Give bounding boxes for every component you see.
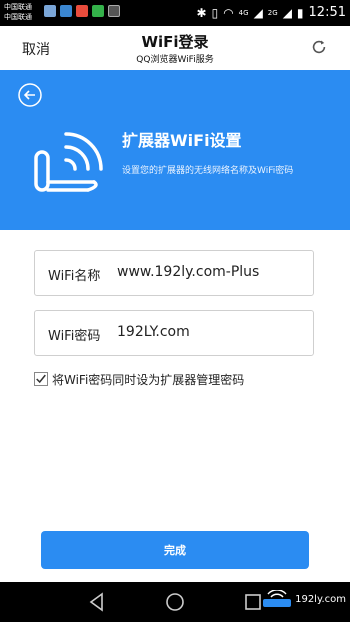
checkmark-icon: [36, 374, 46, 384]
wifi-signal-icon: ◠: [223, 5, 234, 20]
wifi-name-input[interactable]: www.192ly.com-Plus: [117, 264, 259, 280]
bluetooth-icon: ✱: [196, 5, 207, 20]
sync-password-option[interactable]: 将WiFi密码同时设为扩展器管理密码: [34, 370, 244, 388]
wifi-password-field[interactable]: WiFi密码 192LY.com: [34, 310, 314, 356]
router-logo-icon: [263, 590, 292, 607]
carrier-line-2: 中国联通: [4, 13, 32, 21]
nav-recents-icon[interactable]: [242, 591, 264, 613]
extender-icon: [34, 132, 103, 192]
signal-icon-2: ◢: [282, 5, 292, 20]
wifi-password-input[interactable]: 192LY.com: [117, 324, 190, 340]
banner-title: 扩展器WiFi设置: [122, 131, 242, 150]
signal-icon: ◢: [253, 5, 263, 20]
wifi-name-field[interactable]: WiFi名称 www.192ly.com-Plus: [34, 250, 314, 296]
nav-home-icon[interactable]: [164, 591, 186, 613]
network-type-2: 2G: [267, 8, 278, 17]
banner-description: 设置您的扩展器的无线网络名称及WiFi密码: [122, 166, 294, 176]
network-type: 4G: [238, 8, 249, 17]
navigation-bar: 192ly.com: [0, 582, 350, 622]
app-notification-icon: [108, 5, 120, 17]
wifi-name-label: WiFi名称: [48, 269, 101, 284]
carrier-info: 中国联通 中国联通: [4, 2, 32, 22]
sync-password-checkbox[interactable]: [34, 372, 48, 386]
status-bar: 中国联通 中国联通 ✱ ▯ ◠ 4G ◢ 2G ◢ ▮ 12:51: [0, 0, 350, 26]
nav-back-icon[interactable]: [86, 591, 108, 613]
banner: 扩展器WiFi设置 设置您的扩展器的无线网络名称及WiFi密码: [0, 70, 350, 300]
refresh-icon[interactable]: [310, 38, 328, 56]
app-notification-icon: [44, 5, 56, 17]
app-notification-icon: [92, 5, 104, 17]
notification-icons: [44, 5, 120, 17]
wifi-password-label: WiFi密码: [48, 329, 101, 344]
clock: 12:51: [308, 5, 346, 20]
sync-password-label: 将WiFi密码同时设为扩展器管理密码: [52, 372, 245, 387]
carrier-line-1: 中国联通: [4, 3, 32, 11]
app-notification-icon: [60, 5, 72, 17]
status-indicators: ✱ ▯ ◠ 4G ◢ 2G ◢ ▮ 12:51: [197, 5, 346, 20]
battery-icon: ▮: [296, 5, 304, 20]
app-notification-icon: [76, 5, 88, 17]
back-arrow-icon[interactable]: [18, 83, 42, 107]
page-title: WiFi登录: [141, 33, 209, 51]
page-subtitle: QQ浏览器WiFi服务: [136, 55, 214, 65]
vibrate-icon: ▯: [211, 5, 219, 20]
watermark: 192ly.com: [262, 590, 346, 608]
header: 取消 WiFi登录 QQ浏览器WiFi服务: [0, 26, 350, 70]
watermark-text: 192ly.com: [295, 593, 346, 605]
done-button[interactable]: 完成: [41, 531, 309, 569]
